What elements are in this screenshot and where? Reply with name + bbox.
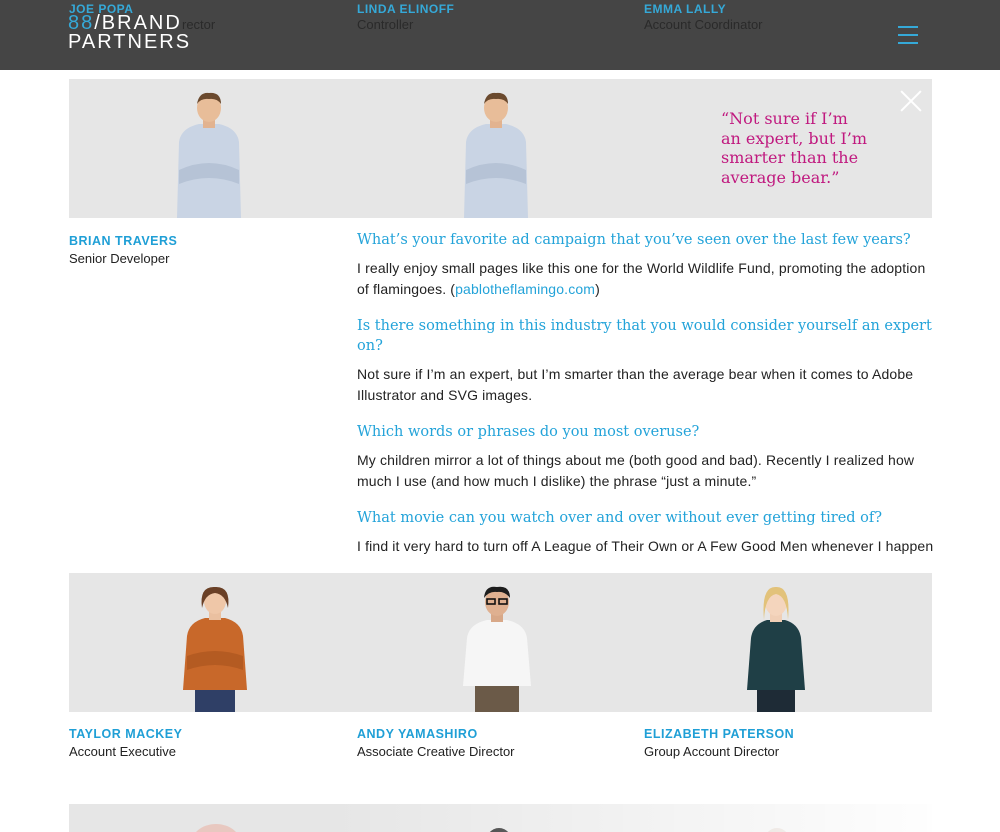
member-name: LINDA ELINOFF	[357, 2, 455, 16]
member-name: BRIAN TRAVERS	[69, 234, 178, 248]
qa-answer: My children mirror a lot of things about…	[357, 452, 915, 489]
andy-yamashiro-photo[interactable]	[457, 586, 537, 712]
elizabeth-paterson-photo[interactable]	[741, 586, 811, 712]
qa-item: Is there something in this industry that…	[357, 316, 937, 406]
team-member-photo-partial[interactable]	[186, 816, 246, 832]
brian-travers-photo	[177, 92, 241, 218]
flamingo-link[interactable]: pablotheflamingo.com	[455, 281, 595, 297]
member-name: TAYLOR MACKEY	[69, 727, 183, 741]
qa-question: Which words or phrases do you most overu…	[357, 424, 700, 440]
qa-answer: Not sure if I’m an expert, but I’m smart…	[357, 366, 914, 403]
member-role: Account Executive	[69, 744, 176, 759]
site-header: JOE POPA rector LINDA ELINOFF Controller…	[0, 0, 1000, 70]
hamburger-menu-icon[interactable]	[898, 26, 918, 44]
team-row-panel-next	[69, 804, 932, 832]
team-member-emma-lally[interactable]: EMMA LALLY Account Coordinator	[644, 2, 763, 33]
member-name: ELIZABETH PATERSON	[644, 727, 795, 741]
taylor-mackey-photo[interactable]	[175, 586, 255, 712]
member-name: EMMA LALLY	[644, 2, 727, 16]
qa-item: Which words or phrases do you most overu…	[357, 422, 937, 492]
qa-item: What’s your favorite ad campaign that yo…	[357, 230, 937, 300]
member-role: Group Account Director	[644, 744, 780, 759]
member-role: Senior Developer	[69, 251, 170, 266]
featured-member-label: BRIAN TRAVERS Senior Developer	[69, 233, 177, 267]
qa-question: Is there something in this industry that…	[357, 318, 932, 354]
qa-item: What movie can you watch over and over w…	[357, 508, 937, 558]
logo-line-2: PARTNERS	[68, 31, 192, 53]
close-icon[interactable]	[900, 90, 922, 112]
team-member-taylor-mackey[interactable]: TAYLOR MACKEY Account Executive	[69, 726, 182, 760]
qa-answer: I really enjoy small pages like this one…	[357, 260, 926, 297]
featured-member-panel: “Not sure if I’m an expert, but I’m smar…	[69, 79, 932, 218]
member-role: Associate Creative Director	[357, 744, 515, 759]
member-name: ANDY YAMASHIRO	[357, 727, 478, 741]
member-role: Controller	[357, 17, 414, 32]
brian-travers-photo-alt	[464, 92, 528, 218]
brand-logo[interactable]: 88/BRAND PARTNERS	[68, 13, 192, 53]
team-member-photo-partial[interactable]	[757, 818, 797, 832]
fade-overlay	[332, 804, 932, 832]
member-quote: “Not sure if I’m an expert, but I’m smar…	[721, 109, 868, 187]
team-row-panel	[69, 573, 932, 712]
member-role: Account Coordinator	[644, 17, 763, 32]
member-qa: What’s your favorite ad campaign that yo…	[357, 230, 937, 558]
qa-question: What movie can you watch over and over w…	[357, 510, 883, 526]
team-member-photo-partial[interactable]	[479, 818, 519, 832]
team-member-andy-yamashiro[interactable]: ANDY YAMASHIRO Associate Creative Direct…	[357, 726, 515, 760]
qa-answer: I find it very hard to turn off A League…	[357, 538, 934, 554]
team-member-elizabeth-paterson[interactable]: ELIZABETH PATERSON Group Account Directo…	[644, 726, 794, 760]
qa-question: What’s your favorite ad campaign that yo…	[357, 232, 911, 248]
team-member-linda-elinoff[interactable]: LINDA ELINOFF Controller	[357, 2, 454, 33]
